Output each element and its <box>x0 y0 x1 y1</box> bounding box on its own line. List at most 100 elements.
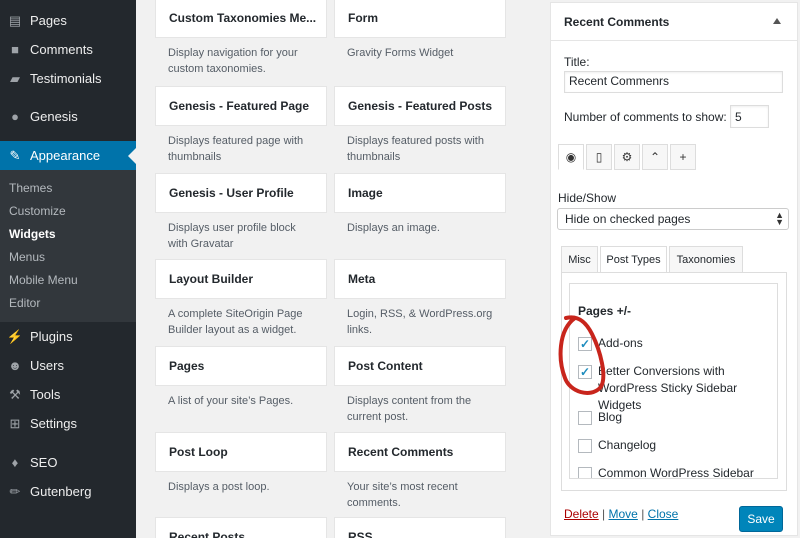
widget-title[interactable]: Recent Posts <box>155 517 327 538</box>
sidebar-item-testimonials[interactable]: ▰ Testimonials <box>0 64 136 93</box>
hide-show-value: Hide on checked pages <box>565 212 691 226</box>
pages-checklist-heading[interactable]: Pages +/- <box>578 304 631 318</box>
chevron-up-icon: ⌃ <box>649 150 661 164</box>
tools-icon: ⚒ <box>9 386 21 402</box>
pages-icon: ▤ <box>8 12 22 28</box>
page-checkbox[interactable] <box>578 411 592 425</box>
title-label: Title: <box>564 55 590 69</box>
gear-icon: ⚙ <box>621 150 633 164</box>
collapse-arrow-icon[interactable] <box>773 18 781 24</box>
submenu-item-mobile-menu[interactable]: Mobile Menu <box>9 273 78 287</box>
add-tab[interactable]: + <box>670 144 696 170</box>
page-checkbox[interactable] <box>578 467 592 478</box>
sidebar-item-comments[interactable]: ■ Comments <box>0 35 136 64</box>
sidebar-item-seo[interactable]: ♦ SEO <box>0 448 136 477</box>
widget-rss[interactable]: RSS <box>334 517 506 538</box>
tab-misc[interactable]: Misc <box>561 246 598 273</box>
widget-description: Displays an image. <box>347 222 440 234</box>
widget-title[interactable]: Recent Comments <box>334 432 506 472</box>
tab-taxonomies[interactable]: Taxonomies <box>669 246 743 273</box>
sidebar-item-users[interactable]: ☻ Users <box>0 351 136 380</box>
widget-title[interactable]: Genesis - Featured Page <box>155 86 327 126</box>
sidebar-item-label: Comments <box>30 42 93 57</box>
sidebar-item-gutenberg[interactable]: ✏ Gutenberg <box>0 477 136 506</box>
sidebar-item-plugins[interactable]: ⚡ Plugins <box>0 322 136 351</box>
page-checkbox[interactable] <box>578 439 592 453</box>
widget-description: Displays featured posts with thumbnails <box>347 135 484 163</box>
widget-layout-builder[interactable]: Layout Builder A complete SiteOrigin Pag… <box>155 259 327 338</box>
submenu-item-widgets[interactable]: Widgets <box>9 227 56 241</box>
widget-title[interactable]: Pages <box>155 346 327 386</box>
sidebar-item-label: Plugins <box>30 329 73 344</box>
tab-post-types[interactable]: Post Types <box>600 246 667 273</box>
widget-title[interactable]: Image <box>334 173 506 213</box>
widget-meta[interactable]: Meta Login, RSS, & WordPress.org links. <box>334 259 506 338</box>
settings-tab[interactable]: ⚙ <box>614 144 640 170</box>
widget-description: Displays featured page with thumbnails <box>168 135 304 163</box>
move-link[interactable]: Move <box>609 507 638 521</box>
widget-custom-taxonomies-menu[interactable]: Custom Taxonomies Me... Display navigati… <box>155 0 327 77</box>
sidebar-item-label: Gutenberg <box>30 484 92 499</box>
genesis-icon: ● <box>11 109 19 124</box>
widget-panel-header[interactable]: Recent Comments <box>551 3 797 41</box>
sidebar-item-pages[interactable]: ▤ Pages <box>0 6 136 35</box>
submenu-item-menus[interactable]: Menus <box>9 250 45 264</box>
sidebar-item-appearance[interactable]: ✎ Appearance <box>0 141 136 170</box>
page-option-label: Common WordPress Sidebar <box>598 466 754 479</box>
widget-description: Displays content from the current post. <box>347 395 472 423</box>
plugins-icon: ⚡ <box>6 328 24 344</box>
widget-description: A list of your site’s Pages. <box>168 395 294 407</box>
widget-genesis-featured-page[interactable]: Genesis - Featured Page Displays feature… <box>155 86 327 165</box>
widget-recent-comments[interactable]: Recent Comments Your site’s most recent … <box>334 432 506 511</box>
submenu-item-customize[interactable]: Customize <box>9 204 66 218</box>
page-option-label: Blog <box>598 410 623 424</box>
widget-title[interactable]: Custom Taxonomies Me... <box>155 0 327 38</box>
widget-genesis-featured-posts[interactable]: Genesis - Featured Posts Displays featur… <box>334 86 506 165</box>
submenu-item-editor[interactable]: Editor <box>9 296 40 310</box>
visibility-tab[interactable]: ◉ <box>558 144 584 170</box>
widget-title[interactable]: RSS <box>334 517 506 538</box>
widget-description: A complete SiteOrigin Page Builder layou… <box>168 308 303 336</box>
widget-title[interactable]: Genesis - User Profile <box>155 173 327 213</box>
comment-count-input[interactable]: 5 <box>730 105 769 128</box>
widget-title[interactable]: Post Loop <box>155 432 327 472</box>
widget-pages[interactable]: Pages A list of your site’s Pages. <box>155 346 327 409</box>
page-checkbox[interactable]: ✓ <box>578 365 592 379</box>
testimonials-icon: ▰ <box>10 70 20 86</box>
widget-recent-posts[interactable]: Recent Posts <box>155 517 327 538</box>
page-option-label: Add-ons <box>598 336 643 350</box>
widget-description: Your site’s most recent comments. <box>347 481 458 509</box>
title-input[interactable]: Recent Commenrs <box>564 71 783 93</box>
delete-link[interactable]: Delete <box>564 507 599 521</box>
users-icon: ☻ <box>8 358 22 373</box>
submenu-item-themes[interactable]: Themes <box>9 181 52 195</box>
widget-post-loop[interactable]: Post Loop Displays a post loop. <box>155 432 327 495</box>
sidebar-item-genesis[interactable]: ● Genesis <box>0 102 136 131</box>
devices-tab[interactable]: ▯ <box>586 144 612 170</box>
widget-title[interactable]: Post Content <box>334 346 506 386</box>
pages-checklist[interactable]: Pages +/- ✓ Add-ons ✓ Better Conversions… <box>569 283 778 479</box>
alignment-tab[interactable]: ⌃ <box>642 144 668 170</box>
sidebar-item-label: Testimonials <box>30 71 102 86</box>
sidebar-item-tools[interactable]: ⚒ Tools <box>0 380 136 409</box>
widget-title[interactable]: Genesis - Featured Posts <box>334 86 506 126</box>
hide-show-select[interactable]: Hide on checked pages ▲ ▼ <box>557 208 789 230</box>
widget-title[interactable]: Layout Builder <box>155 259 327 299</box>
page-option-common-sidebar: Common WordPress Sidebar <box>578 465 768 479</box>
widget-post-content[interactable]: Post Content Displays content from the c… <box>334 346 506 425</box>
widget-title[interactable]: Form <box>334 0 506 38</box>
separator: | <box>641 507 645 521</box>
comment-count-label: Number of comments to show: <box>564 110 727 124</box>
close-link[interactable]: Close <box>648 507 679 521</box>
page-checkbox[interactable]: ✓ <box>578 337 592 351</box>
widget-image[interactable]: Image Displays an image. <box>334 173 506 236</box>
widget-genesis-user-profile[interactable]: Genesis - User Profile Displays user pro… <box>155 173 327 252</box>
mobile-icon: ▯ <box>595 150 603 164</box>
widget-description: Displays user profile block with Gravata… <box>168 222 296 250</box>
widget-form[interactable]: Form Gravity Forms Widget <box>334 0 506 61</box>
save-button[interactable]: Save <box>739 506 783 532</box>
widget-title[interactable]: Meta <box>334 259 506 299</box>
sidebar-item-label: Users <box>30 358 64 373</box>
sidebar-item-settings[interactable]: ⊞ Settings <box>0 409 136 438</box>
widget-actions: Delete | Move | Close <box>564 507 678 521</box>
